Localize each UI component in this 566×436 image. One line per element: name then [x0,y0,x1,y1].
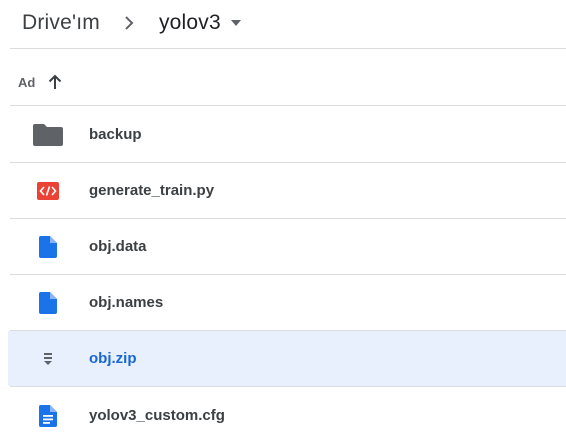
divider [10,386,566,387]
file-name: obj.names [89,294,164,311]
file-row-generate-train[interactable]: generate_train.py [8,163,566,218]
file-row-backup[interactable]: backup [8,107,566,162]
breadcrumb: Drive'ım yolov3 [22,8,243,38]
caret-down-icon [229,16,243,30]
breadcrumb-current-label: yolov3 [158,11,221,34]
divider [10,105,566,106]
file-row-obj-names[interactable]: obj.names [8,275,566,330]
file-icon [33,235,63,259]
file-name: backup [89,126,142,143]
folder-icon [33,123,63,147]
file-icon [33,291,63,315]
file-row-obj-data[interactable]: obj.data [8,219,566,274]
arrow-up-icon[interactable] [47,74,63,90]
document-icon [33,404,63,428]
divider [10,48,566,49]
name-column-header[interactable]: Ad [18,70,63,94]
file-name: generate_train.py [89,182,215,199]
breadcrumb-root[interactable]: Drive'ım [22,11,100,35]
file-row-obj-zip[interactable]: obj.zip [8,331,566,386]
name-column-label: Ad [18,74,36,90]
file-name: obj.data [89,238,147,255]
file-row-yolov3-custom-cfg[interactable]: yolov3_custom.cfg [8,388,566,436]
file-name: yolov3_custom.cfg [89,407,225,424]
file-name: obj.zip [89,350,137,367]
chevron-right-icon [122,16,136,30]
code-file-icon [33,179,63,203]
zip-file-icon [33,347,63,371]
breadcrumb-current-folder[interactable]: yolov3 [159,11,243,35]
